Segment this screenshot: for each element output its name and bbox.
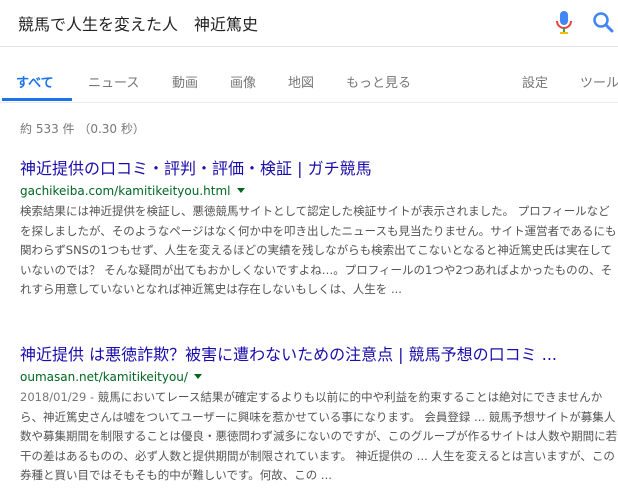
tab-news[interactable]: ニュース <box>88 72 139 91</box>
tab-images[interactable]: 画像 <box>230 72 256 91</box>
search-result: 神近提供の口コミ・評判・評価・検証 | ガチ競馬 gachikeiba.com/… <box>20 158 618 300</box>
result-date: 2018/01/29 - <box>20 390 98 404</box>
tab-all[interactable]: すべて <box>16 72 54 91</box>
tab-videos[interactable]: 動画 <box>172 72 198 91</box>
result-title-link[interactable]: 神近提供 は悪徳詐欺？被害に遭わないための注意点 | 競馬予想の口コミ ... <box>20 344 618 366</box>
result-url-row: gachikeiba.com/kamitikeityou.html <box>20 180 618 200</box>
tab-maps[interactable]: 地図 <box>288 72 314 91</box>
search-input[interactable] <box>18 12 538 34</box>
result-stats: 約 533 件 （0.30 秒） <box>20 122 145 136</box>
search-icon[interactable] <box>592 11 614 33</box>
result-snippet-text: 競馬においてレース結果が確定するよりも以前に的中や利益を約束することは絶対にでき… <box>20 390 618 482</box>
search-tabs: すべて ニュース 動画 画像 地図 もっと見る 設定 ツール <box>0 46 618 103</box>
tab-settings[interactable]: 設定 <box>522 72 548 91</box>
tab-more[interactable]: もっと見る <box>346 72 411 91</box>
microphone-icon[interactable] <box>555 10 573 36</box>
active-tab-indicator <box>2 98 72 101</box>
result-snippet: 2018/01/29 - 競馬においてレース結果が確定するよりも以前に的中や利益… <box>20 388 618 486</box>
result-snippet: 検索結果には神近提供を検証し、悪徳競馬サイトとして認定した検証サイトが表示されま… <box>20 202 618 300</box>
result-url[interactable]: oumasan.net/kamitikeityou/ <box>20 370 188 384</box>
result-url[interactable]: gachikeiba.com/kamitikeityou.html <box>20 184 231 198</box>
tab-tools[interactable]: ツール <box>580 72 618 91</box>
result-title-link[interactable]: 神近提供の口コミ・評判・評価・検証 | ガチ競馬 <box>20 158 618 180</box>
result-url-row: oumasan.net/kamitikeityou/ <box>20 366 618 386</box>
caret-down-icon[interactable] <box>236 188 245 193</box>
result-snippet-text: 検索結果には神近提供を検証し、悪徳競馬サイトとして認定した検証サイトが表示されま… <box>20 204 617 296</box>
caret-down-icon[interactable] <box>193 374 202 379</box>
search-bar <box>0 0 618 47</box>
search-result: 神近提供 は悪徳詐欺？被害に遭わないための注意点 | 競馬予想の口コミ ... … <box>20 344 618 486</box>
